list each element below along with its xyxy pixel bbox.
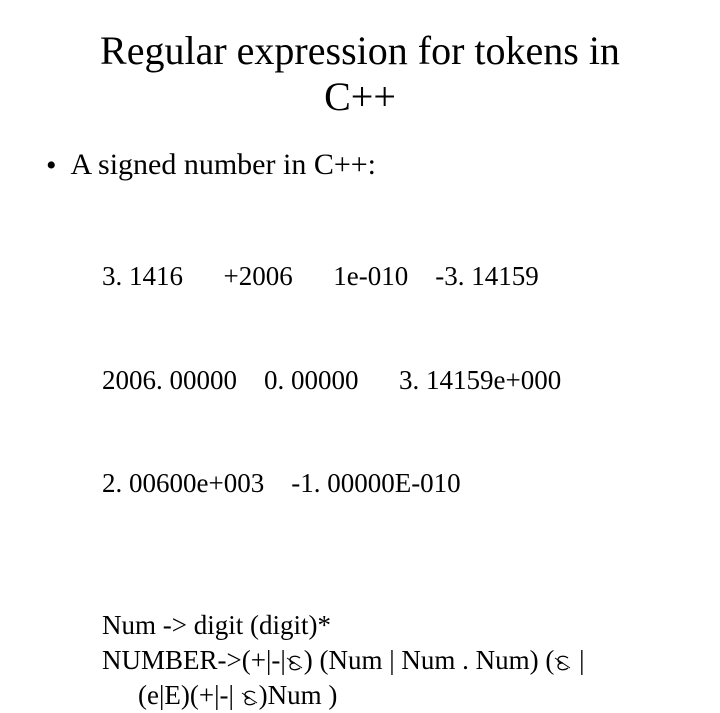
bullet-dot-icon: • (46, 148, 57, 184)
slide: Regular expression for tokens in C++ • A… (0, 0, 720, 540)
bullet-text: A signed number in C++: (71, 148, 377, 182)
title-line-2: C++ (324, 74, 396, 119)
epsilon-icon (241, 690, 259, 706)
grammar-3a: (e|E)(+|-| (138, 680, 241, 710)
grammar-2a: NUMBER->(+|-| (102, 645, 286, 675)
grammar-line-3: (e|E)(+|-| )Num ) (102, 678, 680, 713)
bullet-item: • A signed number in C++: (46, 148, 680, 184)
slide-title: Regular expression for tokens in C++ (40, 28, 680, 120)
example-line-2: 2006. 00000 0. 00000 3. 14159e+000 (102, 363, 680, 398)
grammar-line-1: Num -> digit (digit)* (102, 608, 680, 643)
example-line-1: 3. 1416 +2006 1e-010 -3. 14159 (102, 259, 680, 294)
grammar-line-2: NUMBER->(+|-| ) (Num | Num . Num) ( | (102, 643, 680, 678)
title-line-1: Regular expression for tokens in (100, 28, 620, 73)
grammar-block: Num -> digit (digit)* NUMBER->(+|-| ) (Nu… (102, 608, 680, 713)
grammar-2c: | (572, 645, 584, 675)
epsilon-icon (554, 655, 572, 671)
grammar-3b: )Num ) (259, 680, 338, 710)
example-line-3: 2. 00600e+003 -1. 00000E-010 (102, 466, 680, 501)
grammar-2b: ) (Num | Num . Num) ( (304, 645, 555, 675)
epsilon-icon (286, 655, 304, 671)
examples-block: 3. 1416 +2006 1e-010 -3. 14159 2006. 000… (102, 190, 680, 570)
